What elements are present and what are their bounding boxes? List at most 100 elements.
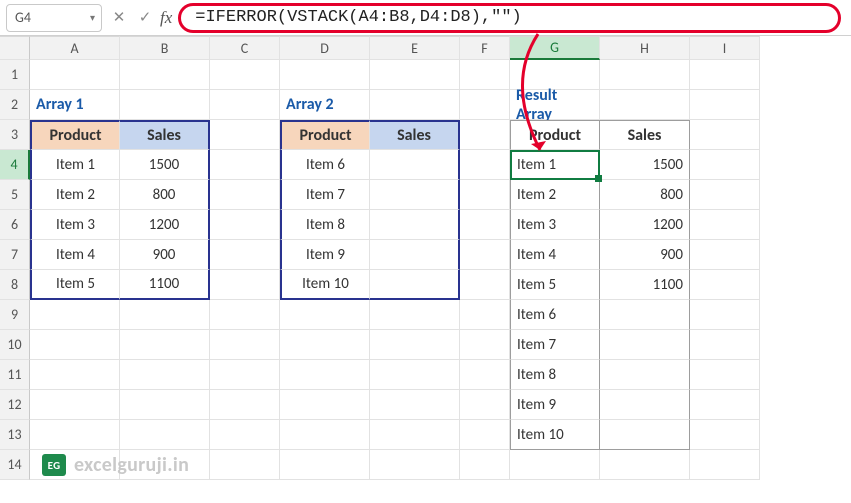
cell[interactable] — [280, 300, 370, 330]
cell[interactable] — [370, 90, 460, 120]
cell[interactable] — [690, 210, 760, 240]
cell[interactable] — [460, 360, 510, 390]
cell[interactable] — [210, 360, 280, 390]
result-row[interactable] — [600, 390, 690, 420]
result-row[interactable]: Item 3 — [510, 210, 600, 240]
row-header-1[interactable]: 1 — [0, 60, 30, 90]
cell[interactable] — [280, 390, 370, 420]
result-row[interactable]: 1200 — [600, 210, 690, 240]
cell[interactable] — [690, 420, 760, 450]
array2-row[interactable]: Item 6 — [280, 150, 370, 180]
result-header-sales[interactable]: Sales — [600, 120, 690, 150]
row-header-12[interactable]: 12 — [0, 390, 30, 420]
row-header-5[interactable]: 5 — [0, 180, 30, 210]
cell[interactable] — [210, 270, 280, 300]
result-row[interactable] — [600, 300, 690, 330]
cell[interactable] — [370, 390, 460, 420]
array1-row[interactable]: 1200 — [120, 210, 210, 240]
cell[interactable] — [210, 450, 280, 480]
col-header-A[interactable]: A — [30, 36, 120, 60]
row-header-6[interactable]: 6 — [0, 210, 30, 240]
array1-header-product[interactable]: Product — [30, 120, 120, 150]
result-row[interactable]: Item 4 — [510, 240, 600, 270]
result-row[interactable]: 1100 — [600, 270, 690, 300]
result-row[interactable] — [600, 420, 690, 450]
cell[interactable] — [460, 330, 510, 360]
cell[interactable] — [460, 90, 510, 120]
cell[interactable] — [120, 300, 210, 330]
cell[interactable] — [210, 180, 280, 210]
array2-row[interactable] — [370, 270, 460, 300]
array2-row[interactable]: Item 7 — [280, 180, 370, 210]
cell[interactable] — [210, 330, 280, 360]
row-header-13[interactable]: 13 — [0, 420, 30, 450]
col-header-C[interactable]: C — [210, 36, 280, 60]
result-row[interactable] — [600, 330, 690, 360]
array1-row[interactable]: Item 2 — [30, 180, 120, 210]
cell[interactable] — [30, 330, 120, 360]
cell[interactable] — [280, 360, 370, 390]
row-header-2[interactable]: 2 — [0, 90, 30, 120]
cell[interactable] — [210, 240, 280, 270]
cell[interactable] — [690, 180, 760, 210]
array2-row[interactable] — [370, 150, 460, 180]
cell[interactable] — [210, 300, 280, 330]
cell[interactable] — [120, 90, 210, 120]
result-row[interactable]: 800 — [600, 180, 690, 210]
cell[interactable] — [690, 390, 760, 420]
array1-row[interactable]: 1100 — [120, 270, 210, 300]
array1-title[interactable]: Array 1 — [30, 90, 120, 120]
cell[interactable] — [460, 240, 510, 270]
cell[interactable] — [370, 300, 460, 330]
cell[interactable] — [210, 150, 280, 180]
cell[interactable] — [690, 270, 760, 300]
cell[interactable] — [280, 60, 370, 90]
cell[interactable] — [690, 150, 760, 180]
cell[interactable] — [510, 450, 600, 480]
cell[interactable] — [120, 60, 210, 90]
array2-row[interactable]: Item 8 — [280, 210, 370, 240]
result-row[interactable]: Item 9 — [510, 390, 600, 420]
cell[interactable] — [460, 300, 510, 330]
cell[interactable] — [30, 420, 120, 450]
cell[interactable] — [120, 390, 210, 420]
cell[interactable] — [600, 60, 690, 90]
result-row[interactable]: Item 1 — [510, 150, 600, 180]
col-header-I[interactable]: I — [690, 36, 760, 60]
cell[interactable] — [30, 300, 120, 330]
cell[interactable] — [690, 120, 760, 150]
result-header-product[interactable]: Product — [510, 120, 600, 150]
cell[interactable] — [280, 330, 370, 360]
result-row[interactable]: Item 5 — [510, 270, 600, 300]
col-header-B[interactable]: B — [120, 36, 210, 60]
array2-row[interactable]: Item 10 — [280, 270, 370, 300]
cell[interactable] — [460, 60, 510, 90]
cell[interactable] — [600, 90, 690, 120]
col-header-D[interactable]: D — [280, 36, 370, 60]
cell[interactable] — [690, 450, 760, 480]
array1-row[interactable]: Item 1 — [30, 150, 120, 180]
name-box[interactable]: G4 ▾ — [6, 4, 102, 32]
array1-row[interactable]: Item 4 — [30, 240, 120, 270]
cell[interactable] — [460, 390, 510, 420]
array1-row[interactable]: Item 5 — [30, 270, 120, 300]
row-header-9[interactable]: 9 — [0, 300, 30, 330]
formula-bar[interactable]: =IFERROR(VSTACK(A4:B8,D4:D8),"") — [178, 3, 841, 33]
row-header-7[interactable]: 7 — [0, 240, 30, 270]
row-header-10[interactable]: 10 — [0, 330, 30, 360]
cell[interactable] — [210, 60, 280, 90]
col-header-E[interactable]: E — [370, 36, 460, 60]
cell[interactable] — [370, 60, 460, 90]
cell[interactable] — [690, 90, 760, 120]
row-header-8[interactable]: 8 — [0, 270, 30, 300]
result-row[interactable]: 900 — [600, 240, 690, 270]
cell[interactable] — [460, 420, 510, 450]
array2-row[interactable] — [370, 180, 460, 210]
cell[interactable] — [370, 450, 460, 480]
row-header-14[interactable]: 14 — [0, 450, 30, 480]
cell[interactable] — [370, 420, 460, 450]
array1-row[interactable]: 900 — [120, 240, 210, 270]
result-row[interactable]: Item 2 — [510, 180, 600, 210]
cell[interactable] — [690, 360, 760, 390]
result-row[interactable]: Item 6 — [510, 300, 600, 330]
